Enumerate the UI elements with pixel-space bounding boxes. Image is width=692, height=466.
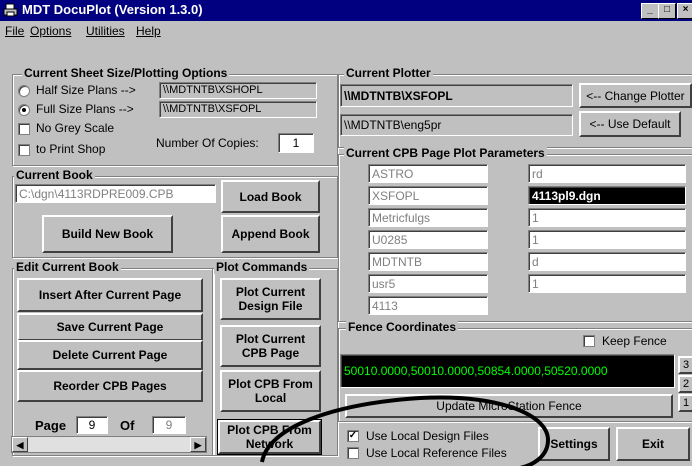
fence-coordinates-field[interactable]: 50010.0000,50010.0000,50854.0000,50520.0…	[340, 354, 675, 388]
sheet-options-title: Current Sheet Size/Plotting Options	[22, 66, 230, 80]
current-book-title: Current Book	[14, 168, 95, 182]
reorder-cpb-pages-button[interactable]: Reorder CPB Pages	[17, 370, 203, 402]
menu-file[interactable]: File	[5, 24, 24, 38]
current-plotter-field: \\MDTNTB\XSFOPL	[340, 84, 573, 107]
page-scrollbar[interactable]: ◀ ▶	[11, 436, 207, 453]
change-plotter-button[interactable]: <-- Change Plotter	[579, 83, 692, 108]
fence-title: Fence Coordinates	[346, 320, 459, 334]
printer-app-icon	[3, 3, 18, 17]
no-grey-scale-checkbox[interactable]	[18, 123, 30, 135]
param-right-3: 1	[528, 208, 686, 227]
keep-fence-checkbox[interactable]	[583, 335, 595, 347]
menu-help[interactable]: Help	[136, 24, 161, 38]
param-left-6: usr5	[368, 274, 488, 293]
use-default-button[interactable]: <-- Use Default	[579, 111, 681, 137]
book-path-field[interactable]: C:\dgn\4113RDPRE009.CPB	[15, 184, 216, 203]
plot-cpb-network-button[interactable]: Plot CPB From Network	[217, 419, 322, 455]
copies-label: Number Of Copies:	[156, 136, 259, 150]
print-shop-label: to Print Shop	[36, 142, 106, 156]
edit-book-title: Edit Current Book	[14, 260, 121, 274]
param-right-6: 1	[528, 274, 686, 293]
param-left-3: Metricfulgs	[368, 208, 488, 227]
save-current-page-button[interactable]: Save Current Page	[17, 313, 203, 341]
close-button[interactable]: ×	[677, 3, 692, 19]
update-fence-button[interactable]: Update MicroStation Fence	[345, 394, 673, 418]
build-new-book-button[interactable]: Build New Book	[42, 215, 173, 253]
param-left-4: U0285	[368, 230, 488, 249]
half-size-label: Half Size Plans -->	[36, 83, 136, 97]
param-left-1: ASTRO	[368, 164, 488, 183]
plot-current-cpb-button[interactable]: Plot Current CPB Page	[220, 325, 321, 367]
fence-side-button-3[interactable]: 3	[678, 356, 692, 374]
param-right-2: 4113pl9.dgn	[528, 186, 686, 205]
fence-side-button-2[interactable]: 2	[678, 375, 692, 393]
half-size-plotter-field: \\MDTNTB\XSHOPL	[159, 82, 317, 99]
append-book-button[interactable]: Append Book	[221, 215, 320, 253]
print-shop-checkbox[interactable]	[18, 144, 30, 156]
minimize-button[interactable]: _	[641, 3, 659, 19]
copies-input[interactable]: 1	[278, 133, 314, 153]
current-plotter-title: Current Plotter	[344, 66, 433, 80]
param-right-4: 1	[528, 230, 686, 249]
settings-button[interactable]: Settings	[538, 427, 610, 461]
plot-cpb-local-button[interactable]: Plot CPB From Local	[220, 370, 321, 412]
page-label: Page	[35, 418, 67, 433]
exit-button[interactable]: Exit	[616, 427, 690, 461]
keep-fence-label: Keep Fence	[602, 334, 667, 348]
delete-current-page-button[interactable]: Delete Current Page	[17, 340, 203, 370]
scroll-right-arrow-icon[interactable]: ▶	[190, 437, 206, 452]
title-bar[interactable]: MDT DocuPlot (Version 1.3.0) _ □ ×	[0, 0, 692, 21]
insert-after-page-button[interactable]: Insert After Current Page	[17, 278, 203, 312]
plot-current-design-button[interactable]: Plot Current Design File	[220, 278, 321, 320]
window-title: MDT DocuPlot (Version 1.3.0)	[22, 2, 203, 17]
scroll-left-arrow-icon[interactable]: ◀	[12, 437, 28, 452]
fence-side-button-1[interactable]: 1	[678, 394, 692, 412]
local-reference-files-label: Use Local Reference Files	[366, 446, 507, 460]
full-size-radio[interactable]	[18, 104, 30, 116]
param-left-2: XSFOPL	[368, 186, 488, 205]
cpb-params-title: Current CPB Page Plot Parameters	[344, 146, 547, 160]
of-label: Of	[120, 418, 135, 433]
page-number-field[interactable]: 9	[76, 416, 108, 434]
param-left-7: 4113	[368, 296, 488, 315]
menu-bar: File Options Utilities Help	[0, 21, 692, 41]
maximize-button[interactable]: □	[658, 3, 676, 19]
full-size-plotter-field: \\MDTNTB\XSFOPL	[159, 101, 317, 118]
full-size-label: Full Size Plans -->	[36, 102, 134, 116]
local-design-files-label: Use Local Design Files	[366, 429, 489, 443]
param-right-1: rd	[528, 164, 686, 183]
menu-options[interactable]: Options	[30, 24, 71, 38]
menu-utilities[interactable]: Utilities	[86, 24, 125, 38]
default-plotter-field: \\MDTNTB\eng5pr	[340, 114, 573, 136]
local-design-files-checkbox[interactable]: ✓	[347, 430, 359, 442]
load-book-button[interactable]: Load Book	[221, 180, 320, 213]
param-right-5: d	[528, 252, 686, 271]
local-reference-files-checkbox[interactable]	[347, 447, 359, 459]
plot-commands-title: Plot Commands	[214, 260, 310, 274]
param-left-5: MDTNTB	[368, 252, 488, 271]
half-size-radio[interactable]	[18, 85, 30, 97]
page-count-field: 9	[152, 416, 186, 434]
no-grey-scale-label: No Grey Scale	[36, 121, 115, 135]
